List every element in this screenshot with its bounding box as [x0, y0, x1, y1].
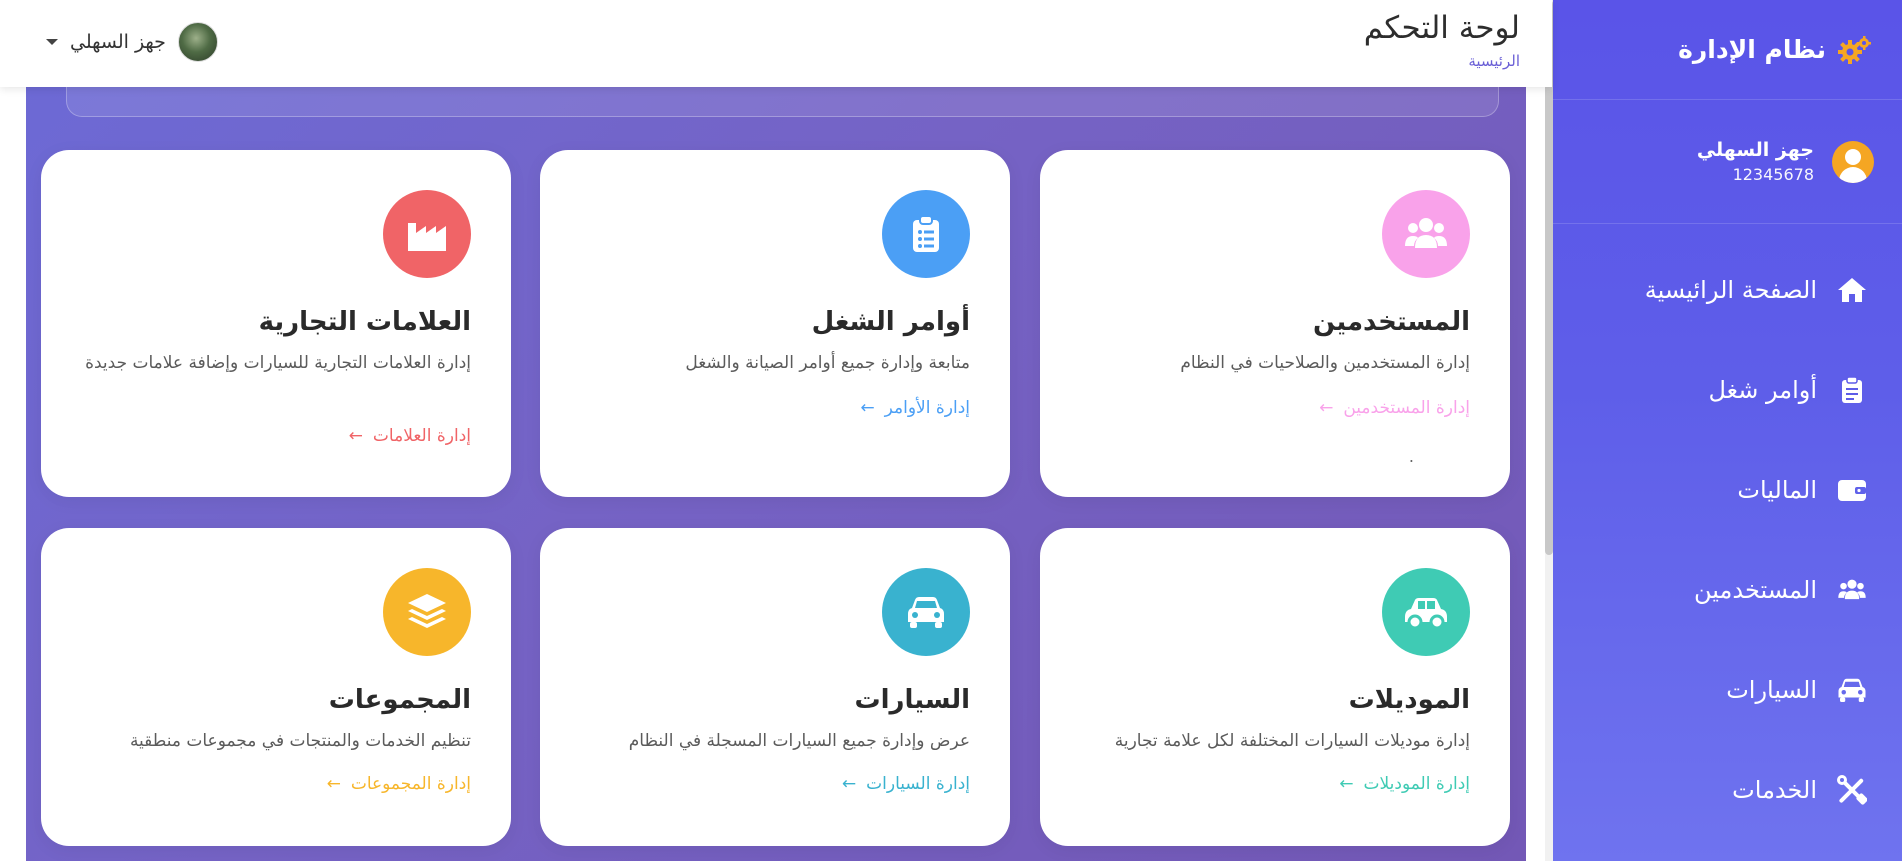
- profile-dropdown[interactable]: جهز السهلي: [46, 22, 218, 62]
- card-cars[interactable]: السيارات عرض وإدارة جميع السيارات المسجل…: [540, 528, 1010, 846]
- manage-users-link[interactable]: إدارة المستخدمين ←: [1319, 398, 1470, 418]
- car-icon: [882, 568, 970, 656]
- card-link-label: إدارة الأوامر: [884, 398, 970, 418]
- users-icon: [1382, 190, 1470, 278]
- sidebar-item-work-orders[interactable]: أوامر شغل: [1553, 340, 1902, 440]
- card-brands[interactable]: العلامات التجارية إدارة العلامات التجاري…: [41, 150, 511, 497]
- sidebar-item-label: الصفحة الرائيسية: [1644, 276, 1817, 304]
- brand-title: نظام الإدارة: [1678, 35, 1826, 64]
- manage-brands-link[interactable]: إدارة العلامات ←: [349, 426, 471, 446]
- sidebar-item-services[interactable]: الخدمات: [1553, 740, 1902, 840]
- user-circle-icon: [1832, 140, 1874, 183]
- manage-models-link[interactable]: إدارة الموديلات ←: [1339, 774, 1470, 794]
- caret-down-icon: [46, 39, 58, 45]
- sidebar-item-home[interactable]: الصفحة الرائيسية: [1553, 240, 1902, 340]
- arrow-left-icon: ←: [841, 774, 857, 794]
- card-link-label: إدارة العلامات: [372, 426, 471, 446]
- stray-dot: .: [1408, 447, 1414, 466]
- profile-name: جهز السهلي: [70, 31, 166, 53]
- cogs-icon: [1838, 35, 1872, 65]
- sidebar-nav: الصفحة الرائيسية أوامر شغل الماليات المس…: [1553, 224, 1902, 840]
- card-description: عرض وإدارة جميع السيارات المسجلة في النظ…: [628, 731, 970, 751]
- arrow-left-icon: ←: [326, 774, 341, 794]
- brand[interactable]: نظام الإدارة: [1553, 0, 1902, 100]
- card-link-label: إدارة المستخدمين: [1343, 398, 1470, 418]
- clipboard-list-icon: [882, 190, 970, 278]
- card-description: متابعة وإدارة جميع أوامر الصيانة والشغل: [685, 353, 970, 373]
- factory-icon: [383, 190, 471, 278]
- sidebar-item-label: السيارات: [1726, 676, 1817, 704]
- card-link-label: إدارة الموديلات: [1363, 774, 1471, 794]
- sidebar-item-label: المستخدمين: [1694, 576, 1817, 604]
- sidebar-item-label: الماليات: [1737, 476, 1817, 504]
- arrow-left-icon: ←: [1319, 398, 1334, 418]
- scrollbar[interactable]: [1545, 0, 1553, 861]
- manage-orders-link[interactable]: إدارة الأوامر ←: [860, 398, 970, 418]
- top-bar: لوحة التحكم الرئيسية جهز السهلي: [0, 0, 1552, 87]
- sidebar-item-label: الخدمات: [1732, 776, 1817, 804]
- user-phone: 12345678: [1732, 165, 1814, 184]
- arrow-left-icon: ←: [860, 398, 875, 418]
- sidebar: نظام الإدارة جهز السهلي 12345678 الصفحة …: [1553, 0, 1902, 861]
- card-title: المجموعات: [328, 685, 471, 715]
- user-info: جهز السهلي 12345678: [1697, 139, 1814, 184]
- clipboard-icon: [1837, 375, 1867, 405]
- card-title: السيارات: [854, 685, 970, 715]
- main-area: المستخدمين إدارة المستخدمين والصلاحيات ف…: [0, 0, 1552, 861]
- card-users[interactable]: المستخدمين إدارة المستخدمين والصلاحيات ف…: [1040, 150, 1510, 497]
- user-name: جهز السهلي: [1696, 139, 1814, 161]
- card-title: المستخدمين: [1312, 307, 1470, 337]
- card-title: العلامات التجارية: [258, 307, 471, 337]
- card-link-label: إدارة السيارات: [866, 774, 970, 794]
- card-models[interactable]: الموديلات إدارة موديلات السيارات المختلف…: [1040, 528, 1510, 846]
- wallet-icon: [1837, 475, 1867, 505]
- layers-icon: [383, 568, 471, 656]
- card-groups[interactable]: المجموعات تنظيم الخدمات والمنتجات في مجم…: [41, 528, 511, 846]
- card-description: تنظيم الخدمات والمنتجات في مجموعات منطقي…: [129, 731, 471, 751]
- card-work-orders[interactable]: أوامر الشغل متابعة وإدارة جميع أوامر الص…: [540, 150, 1010, 497]
- card-link-label: إدارة المجموعات: [350, 774, 471, 794]
- card-description: إدارة موديلات السيارات المختلفة لكل علام…: [1114, 731, 1470, 751]
- home-icon: [1837, 275, 1867, 305]
- card-title: أوامر الشغل: [811, 307, 970, 337]
- sidebar-item-finance[interactable]: الماليات: [1553, 440, 1902, 540]
- arrow-left-icon: ←: [348, 426, 363, 446]
- dashboard-content: المستخدمين إدارة المستخدمين والصلاحيات ف…: [26, 0, 1526, 861]
- sidebar-item-users[interactable]: المستخدمين: [1553, 540, 1902, 640]
- card-description: إدارة العلامات التجارية للسيارات وإضافة …: [85, 353, 471, 373]
- card-title: الموديلات: [1348, 685, 1470, 715]
- sidebar-item-label: أوامر شغل: [1708, 376, 1817, 404]
- sidebar-user: جهز السهلي 12345678: [1553, 100, 1902, 224]
- avatar: [177, 22, 218, 62]
- tools-icon: [1837, 775, 1867, 805]
- users-icon: [1837, 575, 1867, 605]
- sidebar-item-cars[interactable]: السيارات: [1553, 640, 1902, 740]
- manage-groups-link[interactable]: إدارة المجموعات ←: [327, 774, 471, 794]
- manage-cars-link[interactable]: إدارة السيارات ←: [842, 774, 970, 794]
- breadcrumb[interactable]: الرئيسية: [1364, 52, 1520, 70]
- arrow-left-icon: ←: [1339, 774, 1354, 794]
- card-description: إدارة المستخدمين والصلاحيات في النظام: [1180, 353, 1470, 373]
- car-side-icon: [1382, 568, 1470, 656]
- car-icon: [1837, 675, 1867, 705]
- page-title: لوحة التحكم: [1363, 10, 1520, 46]
- page-header: لوحة التحكم الرئيسية: [1364, 10, 1520, 70]
